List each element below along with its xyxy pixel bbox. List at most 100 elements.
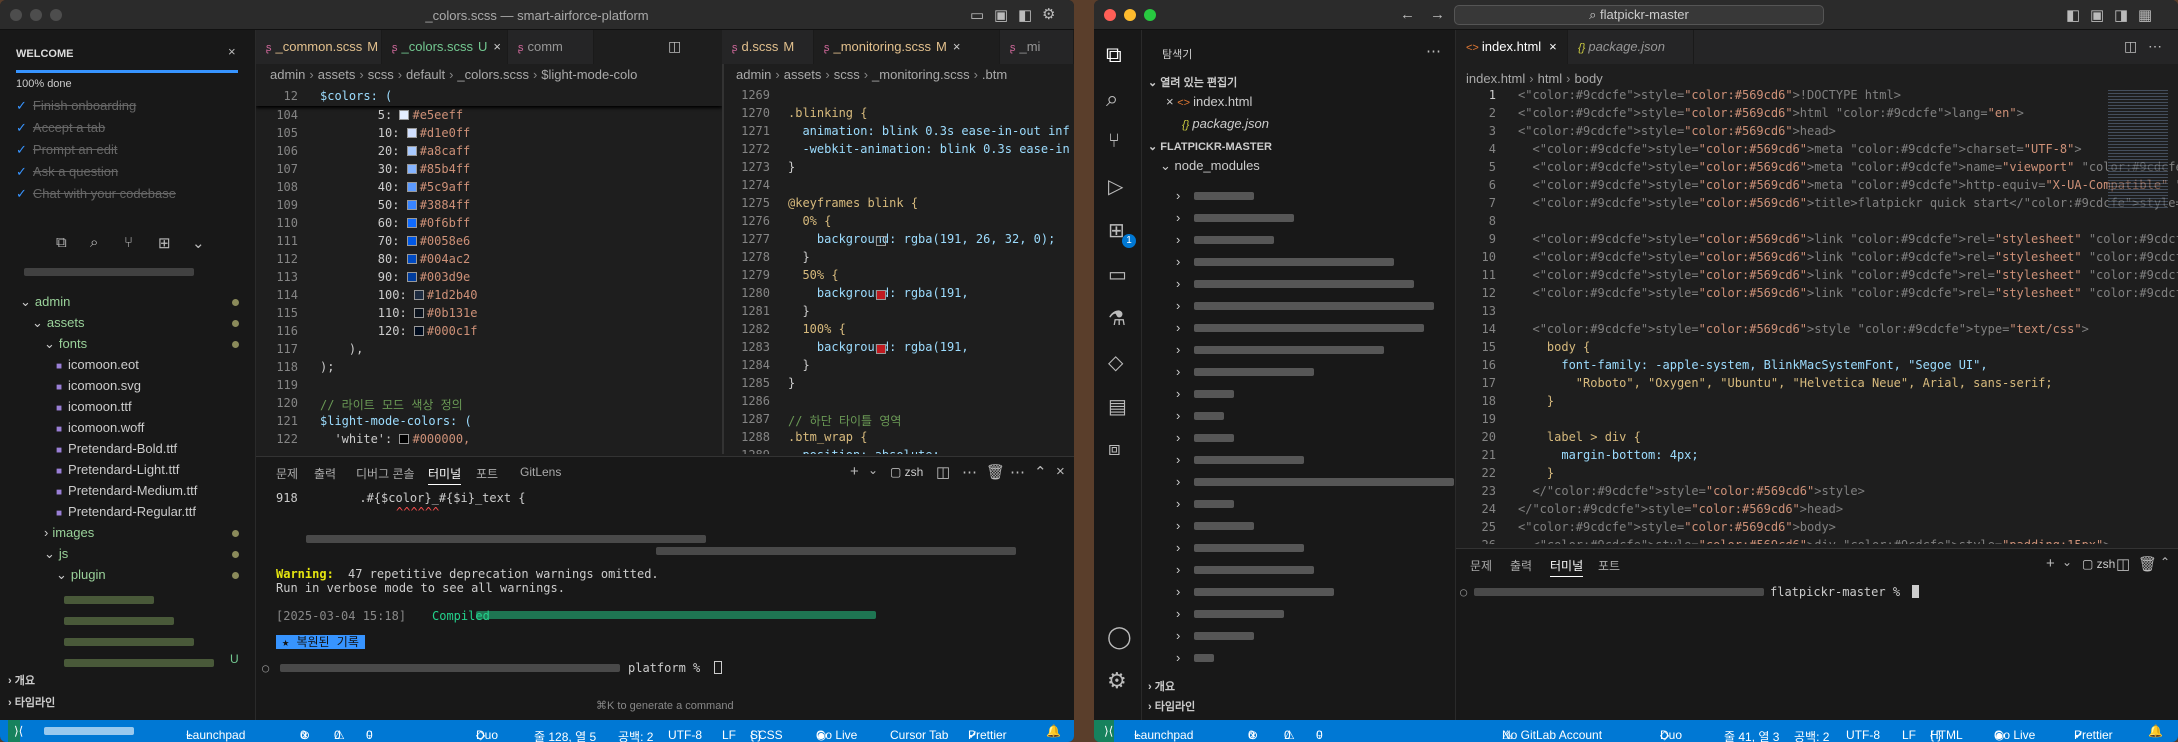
breadcrumb-item[interactable]: _colors.scss [457, 67, 529, 82]
breadcrumb-item[interactable]: index.html [1466, 71, 1525, 86]
close-window-button[interactable] [1104, 9, 1116, 21]
welcome-task-item[interactable]: ✓ Ask a question [16, 164, 118, 180]
minimap[interactable] [2108, 88, 2168, 208]
minimize-window-button[interactable] [1124, 9, 1136, 21]
chevron-right-icon[interactable]: › [1176, 496, 1180, 511]
chevron-right-icon[interactable]: › [1176, 364, 1180, 379]
chevron-down-icon[interactable]: ⌄ [868, 463, 878, 477]
tree-folder[interactable]: ⌄ assets [32, 315, 84, 331]
panel-tab[interactable]: 포트 [1598, 557, 1620, 574]
terminal-cursor[interactable] [714, 661, 722, 674]
project-section[interactable]: ⌄ FLATPICKR-MASTER [1148, 140, 1272, 153]
search-icon[interactable]: ⌕ [1106, 86, 1118, 112]
editor-tab[interactable]: ʂ _monitoring.scss M × [814, 30, 1000, 64]
source-control-icon[interactable]: ⑂ [1108, 130, 1120, 153]
color-swatch[interactable] [406, 200, 417, 210]
chevron-right-icon[interactable]: › [1176, 254, 1180, 269]
bell-icon[interactable]: 🔔 [2148, 724, 2163, 738]
color-swatch[interactable] [406, 218, 417, 228]
tree-file[interactable]: ■ Pretendard-Regular.ttf [56, 504, 196, 519]
chevron-right-icon[interactable]: › [1176, 540, 1180, 555]
split-editor-icon[interactable]: ◫ [668, 38, 681, 55]
color-swatch[interactable] [406, 182, 417, 192]
color-swatch[interactable] [406, 128, 417, 138]
tree-file[interactable]: ■ icomoon.eot [56, 357, 139, 372]
chevron-right-icon[interactable]: › [1176, 474, 1180, 489]
timeline-section[interactable]: › 타임라인 [8, 694, 55, 710]
back-arrow-icon[interactable]: ← [1400, 6, 1415, 23]
chevron-down-icon[interactable]: ⌄ [2062, 555, 2072, 569]
chevron-right-icon[interactable]: › [1176, 342, 1180, 357]
color-swatch[interactable] [413, 290, 424, 300]
tree-file[interactable]: ■ Pretendard-Medium.ttf [56, 483, 197, 498]
welcome-task-item[interactable]: ✓ Finish onboarding [16, 98, 136, 114]
color-swatch[interactable] [406, 146, 417, 156]
welcome-task-item[interactable]: ✓ Accept a tab [16, 120, 105, 136]
chevron-right-icon[interactable]: › [1176, 562, 1180, 577]
trash-icon[interactable]: 🗑 [986, 463, 1005, 481]
bell-icon[interactable]: 🔔 [1046, 724, 1061, 738]
open-editor-index-html[interactable]: × <> index.html [1166, 94, 1252, 109]
panel-tab[interactable]: 문제 [276, 465, 298, 482]
chevron-right-icon[interactable]: › [1176, 320, 1180, 335]
panel-tab[interactable]: 터미널 [428, 465, 462, 485]
chevron-right-icon[interactable]: › [1176, 298, 1180, 313]
color-swatch[interactable] [406, 272, 417, 282]
layout-icon[interactable]: ▭ [970, 6, 984, 24]
editor-tab[interactable]: ʂ _colors.scss U × [382, 30, 508, 64]
tree-file[interactable]: ■ icomoon.woff [56, 420, 144, 435]
chevron-right-icon[interactable]: › [1176, 606, 1180, 621]
tree-file[interactable]: ■ icomoon.ttf [56, 399, 132, 414]
editor-tab[interactable]: ʂ _mi [1000, 30, 1074, 64]
add-terminal-icon[interactable]: + [2046, 555, 2055, 572]
chevron-right-icon[interactable]: › [1176, 628, 1180, 643]
search-icon[interactable]: ⌕ [90, 234, 98, 251]
chevron-right-icon[interactable]: › [1176, 408, 1180, 423]
tree-folder[interactable]: ⌄ fonts [44, 336, 87, 352]
breadcrumb-item[interactable]: assets [784, 67, 822, 82]
breadcrumb-item[interactable]: scss [368, 67, 394, 82]
chevron-right-icon[interactable]: › [1176, 276, 1180, 291]
chevron-right-icon[interactable]: › [1176, 386, 1180, 401]
split-editor-icon[interactable]: ◫ [2124, 38, 2137, 55]
color-swatch[interactable] [413, 326, 424, 336]
close-icon[interactable]: × [493, 39, 501, 54]
more-icon[interactable]: ⋯ [1010, 463, 1025, 481]
containers-icon[interactable]: ⧈ [1108, 438, 1121, 461]
chevron-right-icon[interactable]: › [1176, 452, 1180, 467]
open-editors-section[interactable]: ⌄ 열려 있는 편집기 [1148, 74, 1237, 90]
gear-icon[interactable]: ⚙ [1107, 668, 1127, 694]
add-terminal-icon[interactable]: + [850, 463, 859, 480]
color-swatch[interactable] [399, 110, 410, 120]
more-icon[interactable]: ⋯ [1426, 42, 1441, 60]
editor-tab[interactable]: ʂ d.scss M [722, 30, 814, 64]
more-icon[interactable]: ⋯ [962, 463, 977, 481]
split-terminal-icon[interactable]: ◫ [936, 463, 950, 481]
breadcrumb-item[interactable]: scss [834, 67, 860, 82]
chevron-right-icon[interactable]: › [1176, 210, 1180, 225]
color-swatch[interactable] [399, 434, 410, 444]
tree-folder[interactable]: ⌄ admin [20, 294, 70, 310]
color-swatch[interactable] [876, 344, 887, 354]
welcome-task-item[interactable]: ✓ Prompt an edit [16, 142, 117, 158]
chevron-right-icon[interactable]: › [1176, 584, 1180, 599]
breadcrumb-item[interactable]: assets [318, 67, 356, 82]
docker-icon[interactable]: ▤ [1108, 394, 1127, 419]
timeline-section[interactable]: › 타임라인 [1148, 698, 1195, 714]
source-control-icon[interactable]: ⑂ [124, 234, 133, 251]
command-center-search[interactable]: ⌕ flatpickr-master [1454, 5, 1824, 25]
tree-folder[interactable]: ⌄ js [44, 546, 68, 562]
breadcrumb-item[interactable]: _monitoring.scss [872, 67, 970, 82]
zoom-window-button[interactable] [1144, 9, 1156, 21]
chevron-right-icon[interactable]: › [1176, 518, 1180, 533]
run-debug-icon[interactable]: ▷ [1108, 174, 1123, 199]
forward-arrow-icon[interactable]: → [1430, 6, 1445, 23]
close-icon[interactable]: × [1549, 39, 1557, 54]
tab-index-html[interactable]: <> index.html × [1456, 30, 1568, 64]
breadcrumb-item[interactable]: $light-mode-colo [541, 67, 637, 82]
chevron-right-icon[interactable]: › [1176, 188, 1180, 203]
close-icon[interactable]: × [1166, 94, 1177, 109]
panel-tab[interactable]: 문제 [1470, 557, 1492, 574]
maximize-panel-icon[interactable]: ⌃ [1034, 463, 1047, 481]
more-icon[interactable]: ⋯ [2148, 38, 2162, 55]
